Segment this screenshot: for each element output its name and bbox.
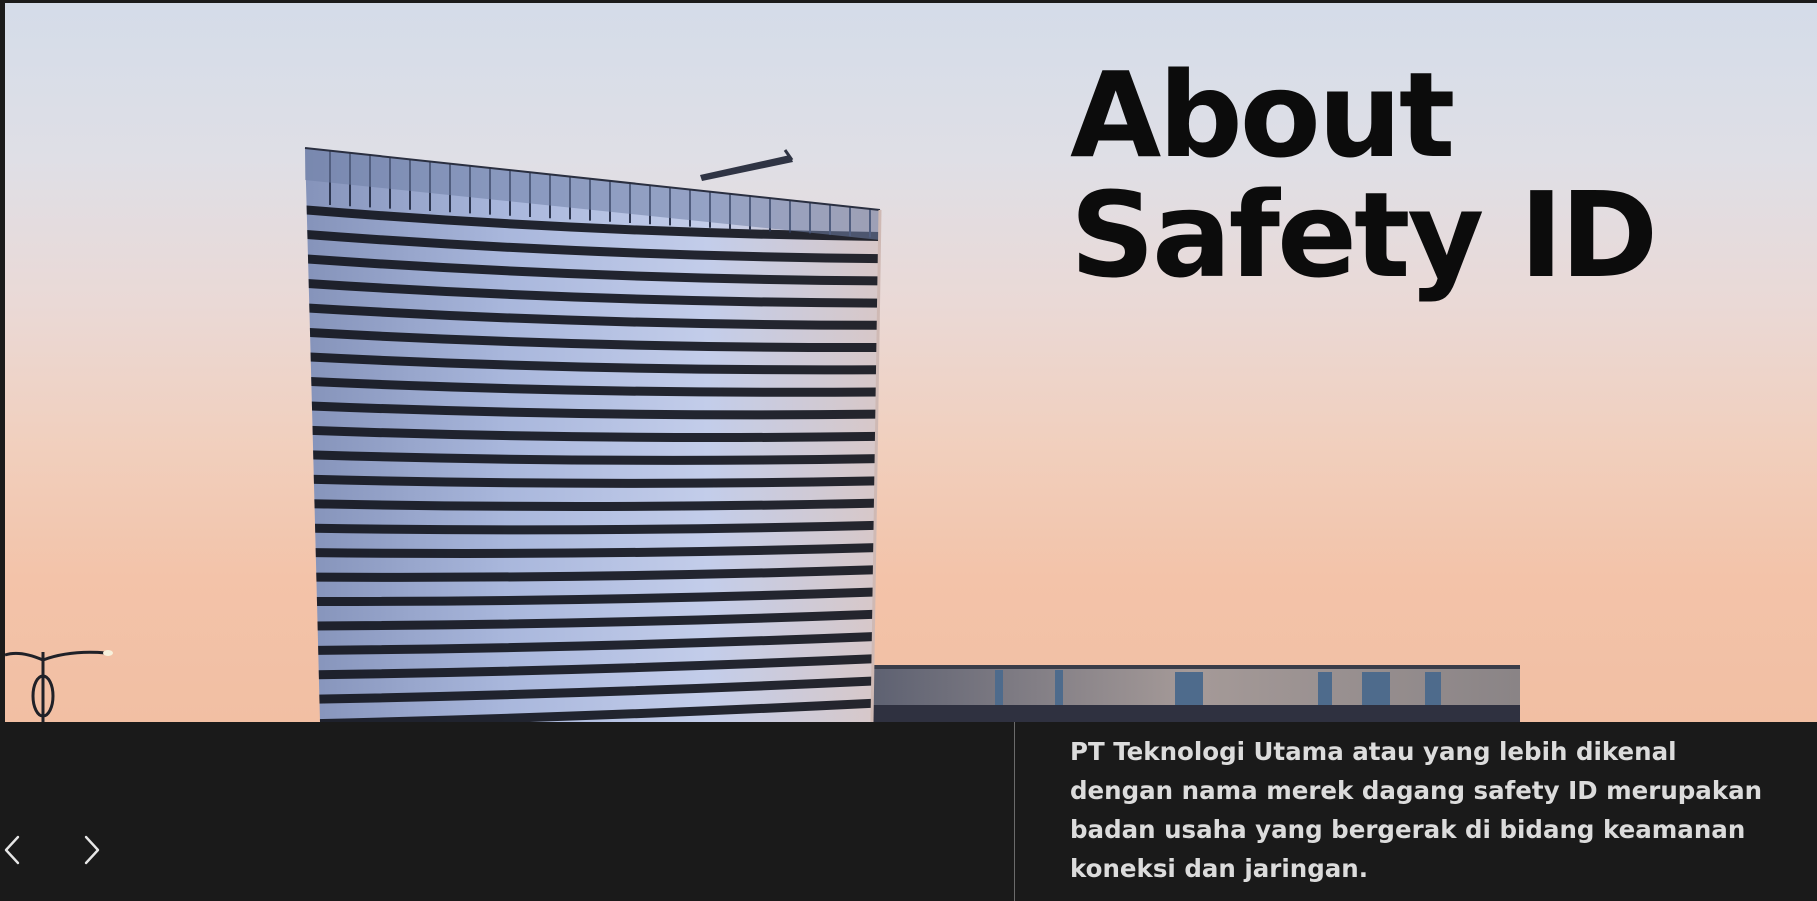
low-building xyxy=(860,665,1520,722)
carousel-prev-button[interactable] xyxy=(0,828,32,872)
chevron-left-icon xyxy=(4,835,20,865)
title-line-1: About xyxy=(1070,46,1455,184)
chevron-right-icon xyxy=(84,835,100,865)
left-border xyxy=(0,0,5,722)
street-lamp xyxy=(4,650,113,722)
carousel-next-button[interactable] xyxy=(72,828,112,872)
about-page: About Safety ID PT Teknologi Utama atau … xyxy=(0,0,1817,901)
glass-tower xyxy=(304,147,882,722)
panel-divider xyxy=(1014,722,1015,901)
top-border xyxy=(0,0,1817,3)
company-description: PT Teknologi Utama atau yang lebih diken… xyxy=(1070,737,1763,883)
page-title: About Safety ID xyxy=(1070,46,1658,304)
title-line-2: Safety ID xyxy=(1070,166,1658,304)
hero-banner: About Safety ID xyxy=(0,0,1817,722)
